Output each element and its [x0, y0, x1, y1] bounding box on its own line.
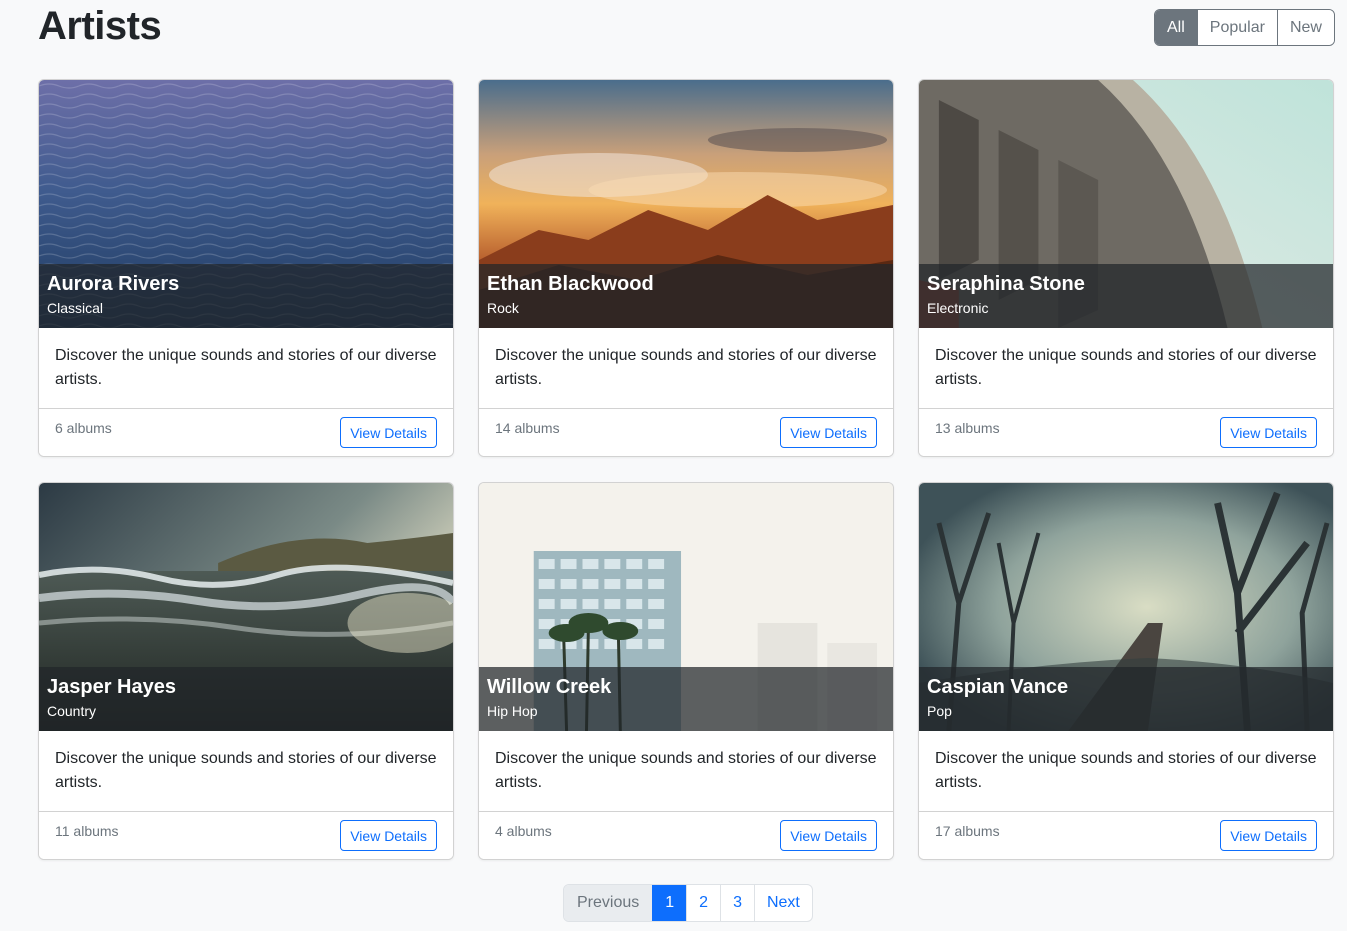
card-footer: 11 albums View Details — [39, 811, 453, 859]
filter-button-group: All Popular New — [1154, 9, 1335, 46]
pagination-previous[interactable]: Previous — [564, 885, 653, 921]
view-details-button[interactable]: View Details — [1220, 820, 1317, 851]
artist-description: Discover the unique sounds and stories o… — [935, 347, 1317, 388]
artist-name: Jasper Hayes — [47, 676, 176, 698]
album-count: 11 albums — [55, 823, 119, 839]
album-count: 17 albums — [935, 823, 1000, 839]
view-details-button[interactable]: View Details — [340, 820, 437, 851]
view-details-button[interactable]: View Details — [780, 417, 877, 448]
artist-card: Jasper Hayes Country Discover the unique… — [38, 482, 454, 860]
pagination: Previous 1 2 3 Next — [563, 884, 813, 922]
filter-popular-button[interactable]: Popular — [1196, 10, 1277, 45]
artist-card: Caspian Vance Pop Discover the unique so… — [918, 482, 1334, 860]
artist-genre: Hip Hop — [487, 703, 538, 719]
artist-genre: Classical — [47, 300, 104, 316]
pagination-page-3[interactable]: 3 — [720, 885, 754, 921]
filter-all-button[interactable]: All — [1155, 10, 1197, 45]
view-details-button[interactable]: View Details — [780, 820, 877, 851]
artist-card: Seraphina Stone Electronic Discover the … — [918, 79, 1334, 457]
artist-card: Aurora Rivers Classical Discover the uni… — [38, 79, 454, 457]
album-count: 4 albums — [495, 823, 552, 839]
artist-caption: Ethan Blackwood Rock — [479, 264, 893, 328]
artist-description: Discover the unique sounds and stories o… — [55, 347, 437, 388]
artist-card: Willow Creek Hip Hop Discover the unique… — [478, 482, 894, 860]
pagination-page-1[interactable]: 1 — [652, 885, 687, 921]
artist-caption: Willow Creek Hip Hop — [479, 667, 893, 731]
artist-description: Discover the unique sounds and stories o… — [55, 750, 437, 791]
card-footer: 13 albums View Details — [919, 408, 1333, 456]
album-count: 6 albums — [55, 420, 112, 436]
artist-name: Ethan Blackwood — [487, 273, 654, 295]
page-title: Artists — [38, 4, 162, 48]
artist-caption: Seraphina Stone Electronic — [919, 264, 1333, 328]
card-footer: 17 albums View Details — [919, 811, 1333, 859]
artist-name: Willow Creek — [487, 676, 612, 698]
artist-caption: Aurora Rivers Classical — [39, 264, 453, 328]
pagination-page-2[interactable]: 2 — [686, 885, 720, 921]
card-footer: 14 albums View Details — [479, 408, 893, 456]
card-footer: 6 albums View Details — [39, 408, 453, 456]
view-details-button[interactable]: View Details — [340, 417, 437, 448]
pagination-next[interactable]: Next — [753, 885, 812, 921]
artist-genre: Country — [47, 703, 97, 719]
card-footer: 4 albums View Details — [479, 811, 893, 859]
artist-genre: Electronic — [927, 300, 989, 316]
artist-description: Discover the unique sounds and stories o… — [495, 347, 877, 388]
album-count: 14 albums — [495, 420, 560, 436]
artist-card: Ethan Blackwood Rock Discover the unique… — [478, 79, 894, 457]
artist-caption: Caspian Vance Pop — [919, 667, 1333, 731]
artist-description: Discover the unique sounds and stories o… — [935, 750, 1317, 791]
artist-genre: Rock — [487, 300, 519, 316]
album-count: 13 albums — [935, 420, 1000, 436]
artist-name: Seraphina Stone — [927, 273, 1085, 295]
artist-description: Discover the unique sounds and stories o… — [495, 750, 877, 791]
filter-new-button[interactable]: New — [1276, 10, 1334, 45]
artist-name: Aurora Rivers — [47, 273, 180, 295]
view-details-button[interactable]: View Details — [1220, 417, 1317, 448]
artist-caption: Jasper Hayes Country — [39, 667, 453, 731]
artist-name: Caspian Vance — [927, 676, 1069, 698]
artist-genre: Pop — [927, 703, 952, 719]
